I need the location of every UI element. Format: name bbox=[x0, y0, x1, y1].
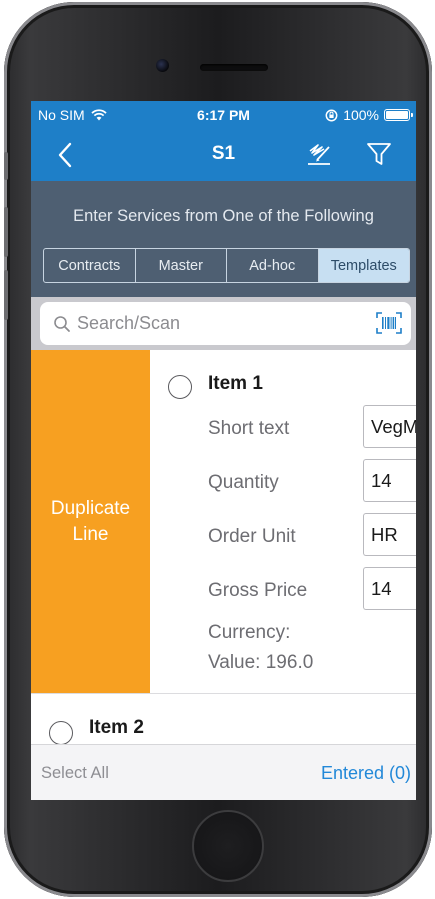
field-label-order-unit: Order Unit bbox=[208, 526, 296, 547]
earpiece-speaker bbox=[200, 64, 268, 71]
items-list: Duplicate Line Item 1 Short text VegM Qu… bbox=[31, 350, 416, 744]
footer-toolbar: Select All Entered (0) bbox=[31, 744, 416, 800]
duplicate-label-line1: Duplicate bbox=[50, 497, 131, 519]
mute-switch bbox=[4, 152, 8, 180]
list-item: Item 1 Short text VegM Quantity 14 Order… bbox=[150, 350, 416, 693]
barcode-scan-icon[interactable] bbox=[376, 312, 402, 334]
duplicate-line-button[interactable]: Duplicate Line bbox=[31, 350, 150, 693]
volume-down-button bbox=[4, 270, 8, 320]
volume-up-button bbox=[4, 207, 8, 257]
status-right: 100% bbox=[325, 107, 413, 123]
source-prompt: Enter Services from One of the Following bbox=[73, 207, 374, 225]
home-button[interactable] bbox=[192, 810, 264, 882]
field-label-gross-price: Gross Price bbox=[208, 580, 308, 601]
item-select-radio[interactable] bbox=[49, 721, 73, 744]
tab-templates[interactable]: Templates bbox=[318, 249, 409, 282]
field-label-quantity: Quantity bbox=[208, 472, 279, 493]
carrier-label: No SIM bbox=[38, 107, 85, 123]
select-all-button[interactable]: Select All bbox=[41, 764, 109, 783]
app-screen: No SIM 6:17 PM 100% S1 Enter Services fr… bbox=[31, 101, 416, 800]
search-icon bbox=[54, 315, 70, 332]
tab-master[interactable]: Master bbox=[136, 249, 227, 282]
row-divider bbox=[31, 693, 416, 694]
gross-price-field[interactable]: 14 bbox=[363, 567, 416, 610]
status-bar: No SIM 6:17 PM 100% bbox=[31, 101, 416, 129]
duplicate-label-line2: Line bbox=[72, 523, 109, 545]
search-bar-container bbox=[31, 297, 416, 350]
short-text-field[interactable]: VegM bbox=[363, 405, 416, 448]
filter-funnel-icon[interactable] bbox=[364, 139, 394, 169]
item-title: Item 2 bbox=[89, 717, 144, 738]
currency-label: Currency: bbox=[208, 622, 291, 643]
entered-button[interactable]: Entered (0) bbox=[321, 763, 411, 784]
rotation-lock-icon bbox=[325, 109, 338, 121]
front-camera bbox=[156, 59, 169, 72]
item-select-radio[interactable] bbox=[168, 375, 192, 399]
order-unit-field[interactable]: HR bbox=[363, 513, 416, 556]
field-label-short-text: Short text bbox=[208, 418, 290, 439]
page-title: S1 bbox=[211, 143, 236, 164]
source-selector: Enter Services from One of the Following… bbox=[31, 181, 416, 297]
search-bar bbox=[40, 302, 411, 345]
carrier-info: No SIM bbox=[38, 107, 107, 123]
tab-contracts[interactable]: Contracts bbox=[44, 249, 136, 282]
wifi-icon bbox=[91, 109, 107, 121]
source-segmented-control: Contracts Master Ad-hoc Templates bbox=[43, 248, 410, 283]
search-input[interactable] bbox=[77, 313, 367, 334]
top-bar: No SIM 6:17 PM 100% S1 bbox=[31, 101, 416, 181]
quantity-field[interactable]: 14 bbox=[363, 459, 416, 502]
chevron-left-icon[interactable] bbox=[55, 140, 77, 170]
item-title: Item 1 bbox=[208, 373, 263, 394]
nav-bar: S1 bbox=[31, 129, 416, 181]
battery-icon bbox=[384, 109, 413, 121]
tab-ad-hoc[interactable]: Ad-hoc bbox=[227, 249, 319, 282]
signature-edit-icon[interactable] bbox=[304, 139, 334, 169]
battery-percent: 100% bbox=[343, 107, 379, 123]
value-label: Value: 196.0 bbox=[208, 652, 314, 673]
